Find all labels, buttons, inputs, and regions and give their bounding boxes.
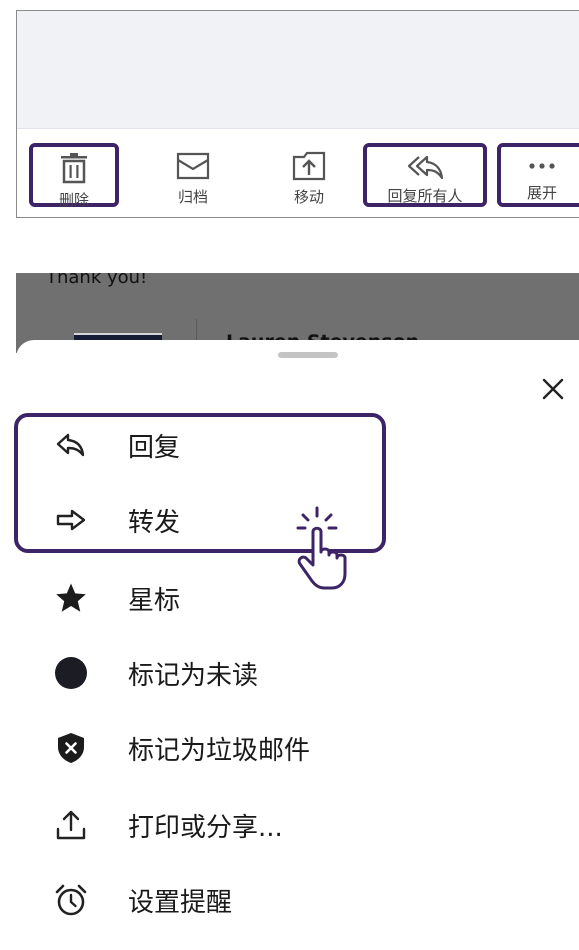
archive-label: 归档	[177, 188, 208, 206]
menu-label-mark-unread: 标记为未读	[128, 660, 259, 691]
more-button[interactable]: 展开	[497, 143, 579, 207]
message-preview-area	[17, 11, 579, 129]
close-button[interactable]	[538, 376, 568, 406]
star-icon	[54, 581, 88, 615]
trash-icon	[60, 153, 88, 185]
share-icon	[54, 808, 88, 842]
menu-item-print-share[interactable]: 打印或分享...	[16, 795, 576, 855]
move-button[interactable]: 移动	[264, 143, 354, 207]
menu-label-print-share: 打印或分享...	[128, 812, 283, 843]
menu-item-mark-spam[interactable]: 标记为垃圾邮件	[16, 718, 576, 778]
menu-label-set-reminder: 设置提醒	[128, 887, 233, 918]
action-toolbar: 删除 归档 移动 回复所有人 展开	[17, 129, 579, 219]
tap-hand-icon	[294, 506, 358, 592]
menu-label-star: 星标	[128, 585, 181, 616]
sheet-drag-handle[interactable]	[278, 352, 338, 358]
reply-all-icon	[405, 153, 445, 181]
menu-label-mark-spam: 标记为垃圾邮件	[128, 735, 311, 766]
more-label: 展开	[526, 184, 557, 202]
delete-button[interactable]: 删除	[29, 143, 119, 209]
spam-shield-icon	[54, 731, 88, 765]
menu-item-mark-unread[interactable]: 标记为未读	[16, 643, 576, 703]
more-icon	[528, 153, 556, 178]
close-icon	[541, 377, 565, 405]
reply-all-label: 回复所有人	[387, 187, 463, 205]
alarm-icon	[54, 883, 88, 917]
reply-all-button[interactable]: 回复所有人	[363, 143, 487, 207]
action-toolbar-panel: 删除 归档 移动 回复所有人 展开	[16, 10, 579, 218]
unread-dot-icon	[54, 656, 88, 690]
move-icon	[292, 149, 326, 182]
move-label: 移动	[293, 188, 324, 206]
email-snippet: Thank you!	[46, 273, 148, 288]
action-bottom-sheet: 回复 转发 星标 标记为未读 标记为垃圾邮件 打印或分享... 设置提醒	[14, 340, 579, 950]
archive-icon	[176, 149, 210, 182]
archive-button[interactable]: 归档	[148, 143, 238, 207]
delete-label: 删除	[58, 191, 89, 209]
menu-item-set-reminder[interactable]: 设置提醒	[16, 870, 576, 930]
